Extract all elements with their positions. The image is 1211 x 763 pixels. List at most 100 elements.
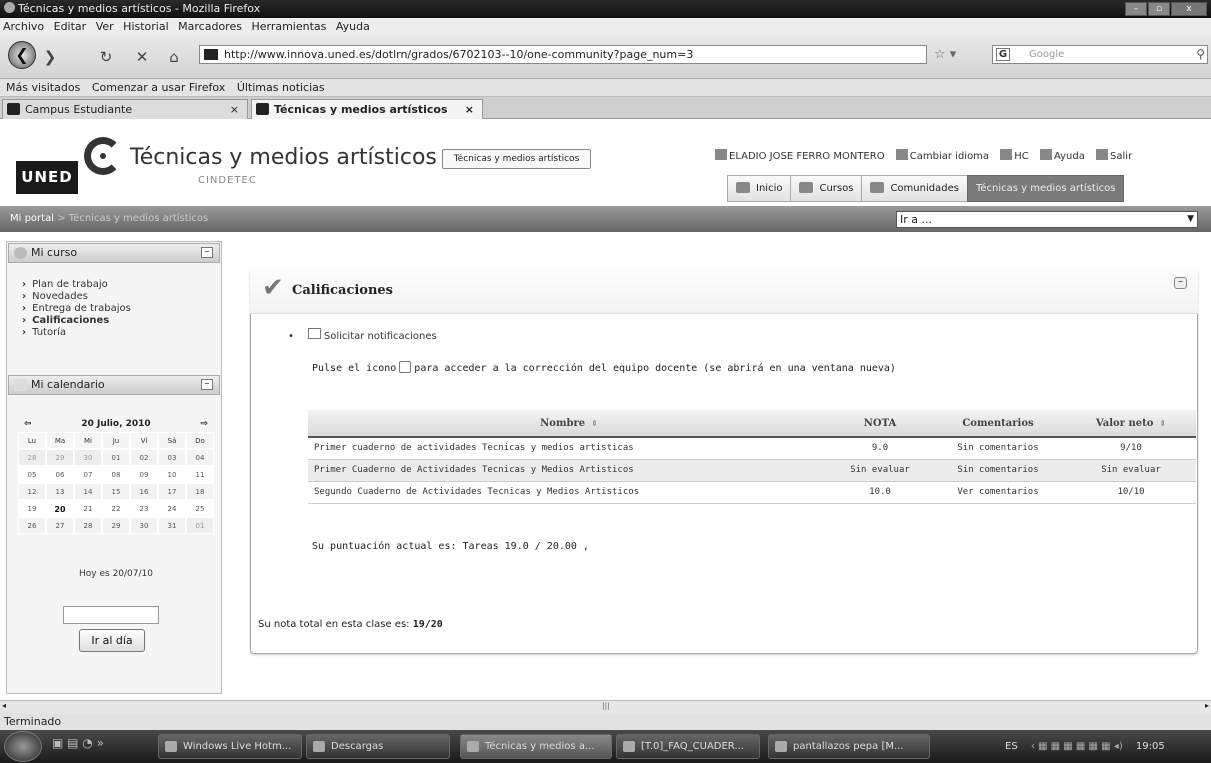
calendar-day[interactable]: 01 — [102, 449, 130, 466]
forward-icon[interactable]: ❯ — [40, 48, 60, 66]
start-button[interactable] — [4, 731, 42, 762]
home-icon[interactable]: ⌂ — [164, 48, 184, 66]
menu-marcadores[interactable]: Marcadores — [178, 20, 242, 33]
calendar-day[interactable]: 15 — [102, 483, 130, 500]
goto-day-button[interactable]: Ir al día — [79, 629, 145, 652]
breadcrumb-root[interactable]: Mi portal — [10, 213, 54, 224]
nav-tecnicas[interactable]: Técnicas y medios artísticos — [966, 175, 1125, 202]
minimize-button[interactable]: – — [1125, 2, 1147, 16]
scroll-left-icon[interactable]: ◂ — [2, 701, 6, 710]
calendar-day[interactable]: 29 — [102, 517, 130, 534]
goto-select[interactable]: Ir a ... ▼ — [896, 211, 1198, 228]
taskbar-item-pantallazos[interactable]: pantallazos pepa [M... — [768, 734, 930, 759]
calendar-day[interactable]: 29 — [46, 449, 74, 466]
hc-link[interactable]: HC — [1014, 151, 1029, 162]
bookmark-ultimas-noticias[interactable]: Últimas noticias — [237, 81, 325, 94]
calendar-day[interactable]: 14 — [74, 483, 102, 500]
cell-comentarios[interactable]: Ver comentarios — [930, 481, 1066, 504]
calendar-day[interactable]: 21 — [74, 500, 102, 517]
logout-link[interactable]: Salir — [1110, 151, 1132, 162]
calendar-day[interactable]: 07 — [74, 466, 102, 483]
user-name[interactable]: ELADIO JOSE FERRO MONTERO — [729, 151, 885, 162]
cell-comentarios[interactable]: Sin comentarios — [930, 459, 1066, 482]
menu-historial[interactable]: Historial — [123, 20, 168, 33]
calendar-day[interactable]: 24 — [158, 500, 186, 517]
calendar-day[interactable]: 04 — [186, 449, 214, 466]
calendar-day[interactable]: 30 — [130, 517, 158, 534]
calendar-day[interactable]: 27 — [46, 517, 74, 534]
taskbar-item-firefox[interactable]: Técnicas y medios a... — [460, 734, 612, 759]
change-language-link[interactable]: Cambiar idioma — [910, 151, 989, 162]
calendar-day[interactable]: 28 — [18, 449, 46, 466]
calendar-day[interactable]: 09 — [130, 466, 158, 483]
calendar-day[interactable]: 03 — [158, 449, 186, 466]
horizontal-scrollbar[interactable]: ◂ ||| ▸ — [0, 700, 1211, 713]
calendar-day[interactable]: 12 — [18, 483, 46, 500]
taskbar-item-descargas[interactable]: Descargas — [306, 734, 450, 759]
nav-comunidades[interactable]: Comunidades — [861, 175, 968, 202]
nav-inicio[interactable]: Inicio — [727, 175, 792, 202]
stop-icon[interactable]: ✕ — [132, 48, 152, 66]
course-item-calificaciones[interactable]: Calificaciones — [22, 315, 131, 327]
calendar-day[interactable]: 22 — [102, 500, 130, 517]
cell-nombre[interactable]: Primer Cuaderno de Actividades Tecnicas … — [308, 459, 830, 482]
calendar-day[interactable]: 25 — [186, 500, 214, 517]
menu-ver[interactable]: Ver — [96, 20, 114, 33]
menu-herramientas[interactable]: Herramientas — [251, 20, 326, 33]
bookmark-comenzar[interactable]: Comenzar a usar Firefox — [92, 81, 226, 94]
calendar-day[interactable]: 18 — [186, 483, 214, 500]
calendar-day[interactable]: 31 — [158, 517, 186, 534]
uned-logo[interactable]: UNED — [16, 161, 78, 194]
cell-nombre[interactable]: Primer cuaderno de actividades Tecnicas … — [308, 437, 830, 460]
taskbar-item-faq[interactable]: [T.0]_FAQ_CUADER... — [616, 734, 760, 759]
prev-month-icon[interactable]: ⇦ — [24, 416, 32, 432]
quick-launch-icons[interactable]: ▣ ▤ ◔ » — [52, 736, 104, 750]
collapse-panel-button[interactable]: – — [1174, 277, 1187, 289]
sort-icon[interactable]: ⇕ — [1159, 418, 1166, 428]
calendar-day[interactable]: 06 — [46, 466, 74, 483]
close-tab-icon[interactable]: × — [465, 100, 474, 119]
date-input[interactable] — [63, 606, 159, 624]
back-icon[interactable]: ❮ — [8, 41, 36, 69]
calendar-day[interactable]: 17 — [158, 483, 186, 500]
menu-editar[interactable]: Editar — [54, 20, 87, 33]
tray-icons[interactable]: ‹ ▦ ▦ ▦ ▦ ▦ ▦ ◂) — [1031, 741, 1123, 752]
calendar-day[interactable]: 11 — [186, 466, 214, 483]
sort-icon[interactable]: ⇕ — [591, 418, 598, 428]
request-notifications-link[interactable]: Solicitar notificaciones — [324, 331, 437, 342]
reload-icon[interactable]: ↻ — [96, 48, 116, 66]
tab-campus-estudiante[interactable]: Campus Estudiante × — [2, 99, 248, 119]
course-item-entrega[interactable]: Entrega de trabajos — [22, 303, 131, 315]
search-input[interactable]: G Google ⚲ — [992, 45, 1208, 64]
calendar-day[interactable]: 23 — [130, 500, 158, 517]
url-bar[interactable]: http://www.innova.uned.es/dotlrn/grados/… — [199, 45, 927, 64]
column-nombre[interactable]: Nombre ⇕ — [308, 410, 830, 438]
calendar-today[interactable]: 20 — [46, 500, 74, 517]
calendar-day[interactable]: 02 — [130, 449, 158, 466]
maximize-button[interactable]: ▫ — [1148, 2, 1170, 16]
cell-nombre[interactable]: Segundo Cuaderno de Actividades Tecnicas… — [308, 481, 830, 504]
close-tab-icon[interactable]: × — [230, 100, 239, 119]
calendar-day[interactable]: 19 — [18, 500, 46, 517]
calendar-day[interactable]: 13 — [46, 483, 74, 500]
calendar-day[interactable]: 08 — [102, 466, 130, 483]
menu-archivo[interactable]: Archivo — [3, 20, 44, 33]
tab-tecnicas[interactable]: Técnicas y medios artísticos × — [251, 99, 483, 119]
calendar-day[interactable]: 16 — [130, 483, 158, 500]
cell-comentarios[interactable]: Sin comentarios — [930, 437, 1066, 460]
close-window-button[interactable]: x — [1171, 2, 1207, 16]
calendar-day[interactable]: 10 — [158, 466, 186, 483]
help-link[interactable]: Ayuda — [1054, 151, 1085, 162]
scroll-thumb[interactable]: ||| — [586, 702, 626, 711]
calendar-day[interactable]: 01 — [186, 517, 214, 534]
course-item-plan[interactable]: Plan de trabajo — [22, 279, 131, 291]
course-item-tutoria[interactable]: Tutoría — [22, 327, 131, 339]
calendar-day[interactable]: 28 — [74, 517, 102, 534]
language-indicator[interactable]: ES — [1005, 741, 1018, 752]
taskbar-item-hotmail[interactable]: Windows Live Hotm... — [158, 734, 302, 759]
collapse-button[interactable]: – — [201, 379, 213, 390]
next-month-icon[interactable]: ⇨ — [200, 416, 208, 432]
bookmark-star-icon[interactable]: ☆ ▾ — [934, 45, 984, 64]
search-icon[interactable]: ⚲ — [1196, 46, 1205, 63]
menu-ayuda[interactable]: Ayuda — [336, 20, 370, 33]
